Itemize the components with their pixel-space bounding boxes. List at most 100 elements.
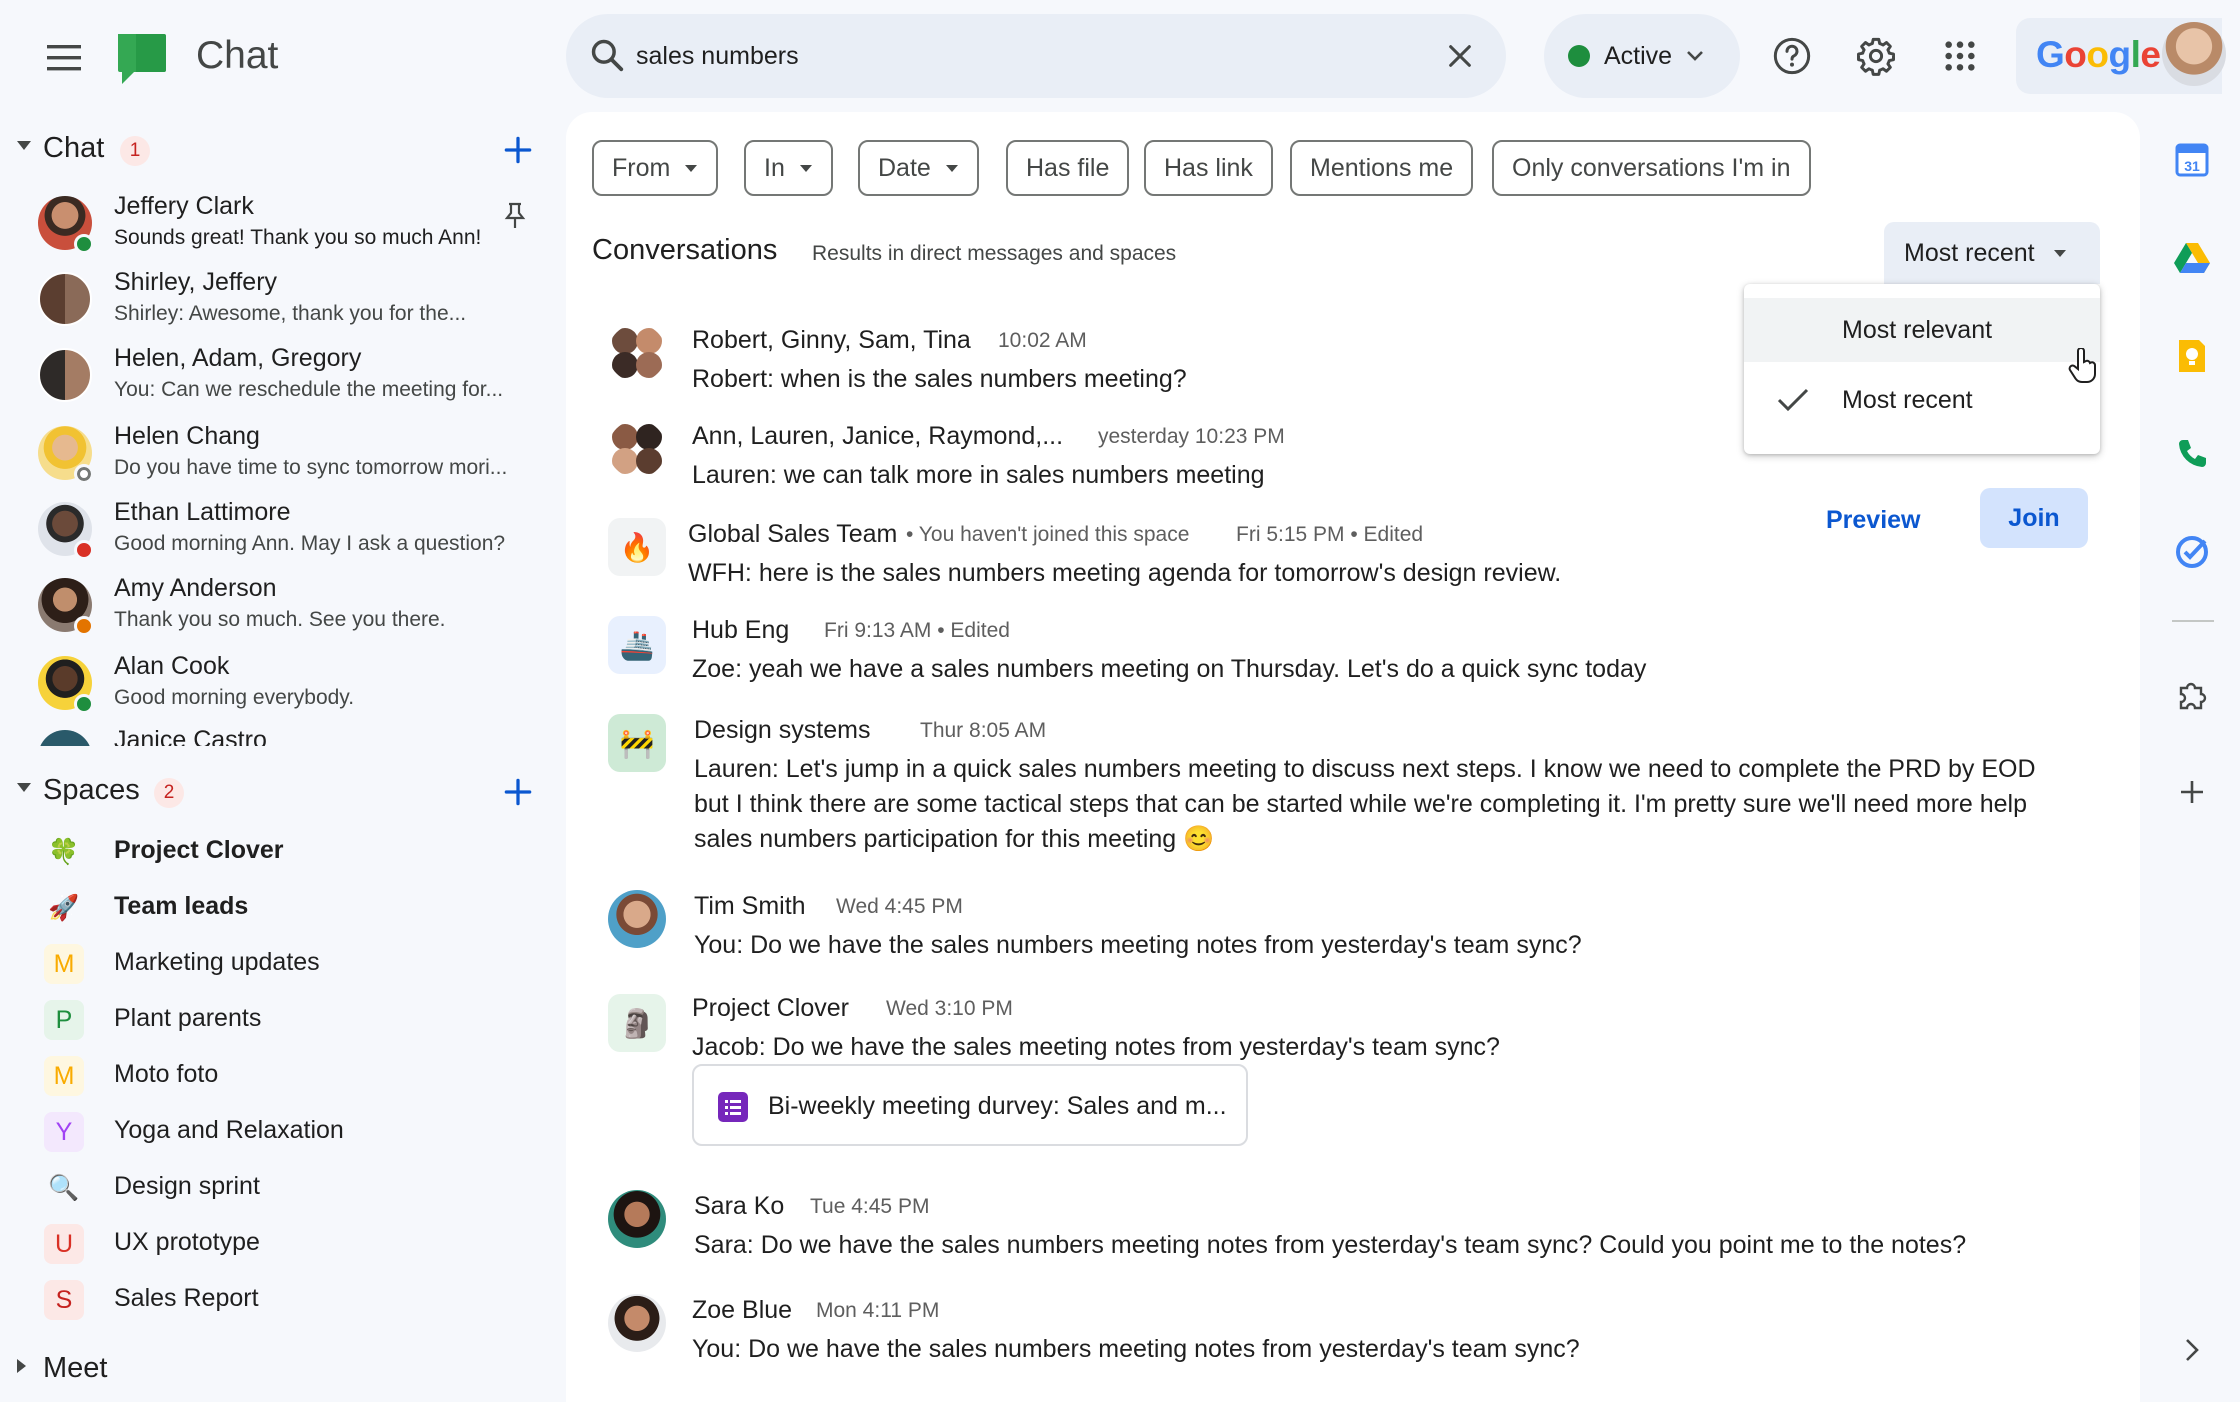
add-icon[interactable] <box>2164 764 2220 820</box>
filter-in-chip[interactable]: In <box>744 140 833 196</box>
result-time: Wed 4:45 PM <box>836 895 963 918</box>
google-logo: Google <box>2036 34 2161 75</box>
apps-grid-icon[interactable] <box>1934 30 1986 82</box>
filter-only-my-conversations-chip[interactable]: Only conversations I'm in <box>1492 140 1811 196</box>
dm-snippet: You: Can we reschedule the meeting for..… <box>114 378 504 401</box>
group-avatar <box>38 272 92 326</box>
filter-mentions-me-chip[interactable]: Mentions me <box>1290 140 1474 196</box>
dm-name: Ethan Lattimore <box>114 498 291 526</box>
join-space-button[interactable]: Join <box>1980 488 2088 548</box>
help-icon[interactable] <box>1766 30 1818 82</box>
magnifier-icon: 🔍 <box>48 1173 80 1202</box>
space-item[interactable]: 🚀 Team leads <box>44 882 534 934</box>
status-selector[interactable]: Active <box>1544 14 1740 98</box>
dm-item-jeffery-clark[interactable]: Jeffery Clark Sounds great! Thank you so… <box>34 188 534 264</box>
filter-has-file-chip[interactable]: Has file <box>1006 140 1130 196</box>
chat-logo-icon[interactable] <box>114 30 170 86</box>
dm-item-janice-castro[interactable]: Janice Castro <box>34 722 534 746</box>
result-message: Zoe: yeah we have a sales numbers meetin… <box>692 655 1647 683</box>
main-menu-button[interactable] <box>40 34 88 82</box>
chat-section-header[interactable]: Chat 1 <box>0 122 550 178</box>
keep-icon[interactable] <box>2164 328 2220 384</box>
expand-icon[interactable] <box>2164 1322 2220 1378</box>
dm-item-alan-cook[interactable]: Alan Cook Good morning everybody. <box>34 648 534 724</box>
caret-right-icon[interactable] <box>16 1358 28 1374</box>
settings-gear-icon[interactable] <box>1850 30 1902 82</box>
space-item[interactable]: U UX prototype <box>44 1218 534 1270</box>
sort-option-most-recent[interactable]: Most recent <box>1744 368 2100 432</box>
dm-item-ethan-lattimore[interactable]: Ethan Lattimore Good morning Ann. May I … <box>34 494 534 570</box>
caret-down-icon[interactable] <box>16 140 32 152</box>
attachment-title: Bi-weekly meeting durvey: Sales and m... <box>768 1092 1227 1120</box>
search-bar[interactable] <box>566 14 1506 98</box>
sort-dropdown-button[interactable]: Most recent <box>1884 222 2100 284</box>
caret-down-icon[interactable] <box>16 782 32 794</box>
dm-item-helen-adam-gregory[interactable]: Helen, Adam, Gregory You: Can we resched… <box>34 340 534 416</box>
dm-snippet: Shirley: Awesome, thank you for the... <box>114 302 467 325</box>
result-sender: Tim Smith <box>694 892 806 920</box>
calendar-icon[interactable]: 31 <box>2164 132 2220 188</box>
dm-item-helen-chang[interactable]: Helen Chang Do you have time to sync tom… <box>34 418 534 494</box>
result-sender: Robert, Ginny, Sam, Tina <box>692 326 971 354</box>
meet-section-header[interactable]: Meet <box>0 1342 550 1398</box>
dm-name: Helen Chang <box>114 422 260 450</box>
sort-option-most-relevant[interactable]: Most relevant <box>1744 298 2100 362</box>
group-avatar <box>608 420 666 478</box>
spaces-section-header[interactable]: Spaces 2 <box>0 764 550 820</box>
result-sender: Design systems <box>694 716 871 744</box>
result-message: You: Do we have the sales numbers meetin… <box>694 931 1582 959</box>
pin-icon[interactable] <box>504 202 526 230</box>
letter-u-icon: U <box>44 1224 84 1264</box>
space-item[interactable]: 🔍 Design sprint <box>44 1162 534 1214</box>
filter-label: Only conversations I'm in <box>1512 153 1791 182</box>
result-sender: Ann, Lauren, Janice, Raymond,... <box>692 422 1064 450</box>
dm-name: Jeffery Clark <box>114 192 254 220</box>
space-item[interactable]: S Sales Report <box>44 1274 534 1326</box>
new-chat-plus-icon[interactable] <box>500 132 536 168</box>
filter-has-link-chip[interactable]: Has link <box>1144 140 1273 196</box>
space-item[interactable]: P Plant parents <box>44 994 534 1046</box>
result-message: Sara: Do we have the sales numbers meeti… <box>694 1231 1967 1259</box>
letter-y-icon: Y <box>44 1112 84 1152</box>
group-avatar <box>608 324 666 382</box>
side-panel-rail: 31 <box>2150 112 2240 1402</box>
letter-m-icon: M <box>44 1056 84 1096</box>
voice-icon[interactable] <box>2164 426 2220 482</box>
form-attachment-chip[interactable]: Bi-weekly meeting durvey: Sales and m... <box>692 1064 1248 1146</box>
left-sidebar: Chat 1 Jeffery Clark Sounds great! Thank… <box>0 112 550 1402</box>
new-space-plus-icon[interactable] <box>500 774 536 810</box>
account-avatar[interactable] <box>2162 22 2226 86</box>
rail-divider <box>2172 620 2214 622</box>
space-name: UX prototype <box>114 1228 260 1256</box>
filter-label: From <box>612 153 671 182</box>
account-switcher[interactable]: Google <box>2016 18 2226 94</box>
space-item[interactable]: Y Yoga and Relaxation <box>44 1106 534 1158</box>
dm-snippet: Sounds great! Thank you so much Ann! <box>114 226 482 249</box>
clover-icon: 🗿 <box>608 994 666 1052</box>
filter-label: Has link <box>1164 153 1253 182</box>
letter-m-icon: M <box>44 944 84 984</box>
search-icon[interactable] <box>588 36 626 74</box>
filter-date-chip[interactable]: Date <box>858 140 979 196</box>
dm-snippet: Good morning everybody. <box>114 686 355 709</box>
space-item[interactable]: 🍀 Project Clover <box>44 826 534 878</box>
drive-icon[interactable] <box>2164 230 2220 286</box>
dropdown-arrow-icon <box>2053 249 2066 257</box>
dm-item-shirley-jeffery[interactable]: Shirley, Jeffery Shirley: Awesome, thank… <box>34 264 534 340</box>
preview-space-button[interactable]: Preview <box>1826 506 1921 535</box>
space-item[interactable]: M Moto foto <box>44 1050 534 1102</box>
dm-item-amy-anderson[interactable]: Amy Anderson Thank you so much. See you … <box>34 570 534 646</box>
space-name: Team leads <box>114 892 249 920</box>
search-input[interactable] <box>636 34 1396 78</box>
away-status-icon <box>74 464 94 484</box>
tasks-icon[interactable] <box>2164 524 2220 580</box>
result-sender: Sara Ko <box>694 1192 785 1220</box>
filter-from-chip[interactable]: From <box>592 140 719 196</box>
avatar <box>608 1190 666 1248</box>
clear-search-icon[interactable] <box>1440 36 1480 76</box>
addons-icon[interactable] <box>2164 668 2220 724</box>
letter-p-icon: P <box>44 1000 84 1040</box>
status-label: Active <box>1604 41 1673 70</box>
space-name: Design sprint <box>114 1172 260 1200</box>
space-item[interactable]: M Marketing updates <box>44 938 534 990</box>
